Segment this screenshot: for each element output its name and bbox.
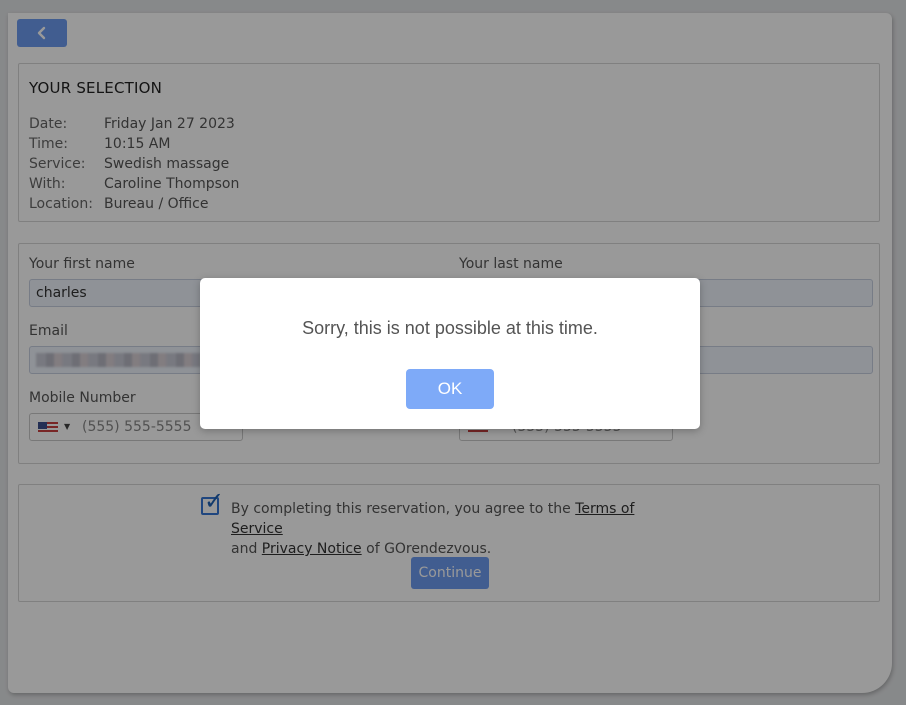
error-dialog: Sorry, this is not possible at this time… xyxy=(200,278,700,429)
dialog-message: Sorry, this is not possible at this time… xyxy=(302,318,598,338)
ok-button[interactable]: OK xyxy=(406,369,494,409)
modal-overlay[interactable]: Sorry, this is not possible at this time… xyxy=(0,0,906,705)
